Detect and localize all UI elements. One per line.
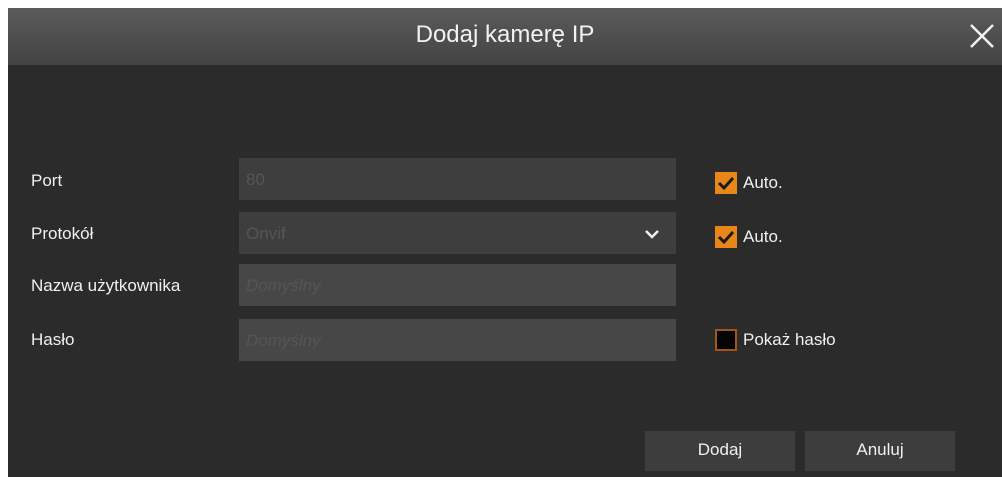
dialog-title: Dodaj kamerę IP [415,21,595,48]
show-password-label: Pokaż hasło [743,330,836,349]
cancel-button[interactable]: Anuluj [805,431,955,471]
password-field[interactable]: Domyślny [239,319,676,361]
show-password-checkbox[interactable] [715,329,737,351]
port-field[interactable]: 80 [239,158,676,200]
title-bar: Dodaj kamerę IP [8,8,1002,65]
username-label: Nazwa użytkownika [31,276,181,295]
port-auto-label: Auto. [743,173,783,192]
protocol-auto-label: Auto. [743,227,783,246]
port-auto-checkbox[interactable] [715,172,737,194]
checkmark-icon [717,230,735,245]
protocol-select[interactable]: Onvif [239,212,676,254]
port-label: Port [31,171,63,190]
checkmark-icon [717,176,735,191]
add-ip-camera-dialog: Dodaj kamerę IP Port 80 Auto. Protokół O… [8,8,1002,477]
password-label: Hasło [31,330,75,349]
protocol-value: Onvif [246,224,286,243]
protocol-label: Protokół [31,224,94,243]
add-button[interactable]: Dodaj [645,431,795,471]
chevron-down-icon [645,230,659,239]
username-field[interactable]: Domyślny [239,264,676,306]
protocol-auto-checkbox[interactable] [715,226,737,248]
close-icon[interactable] [966,20,998,52]
